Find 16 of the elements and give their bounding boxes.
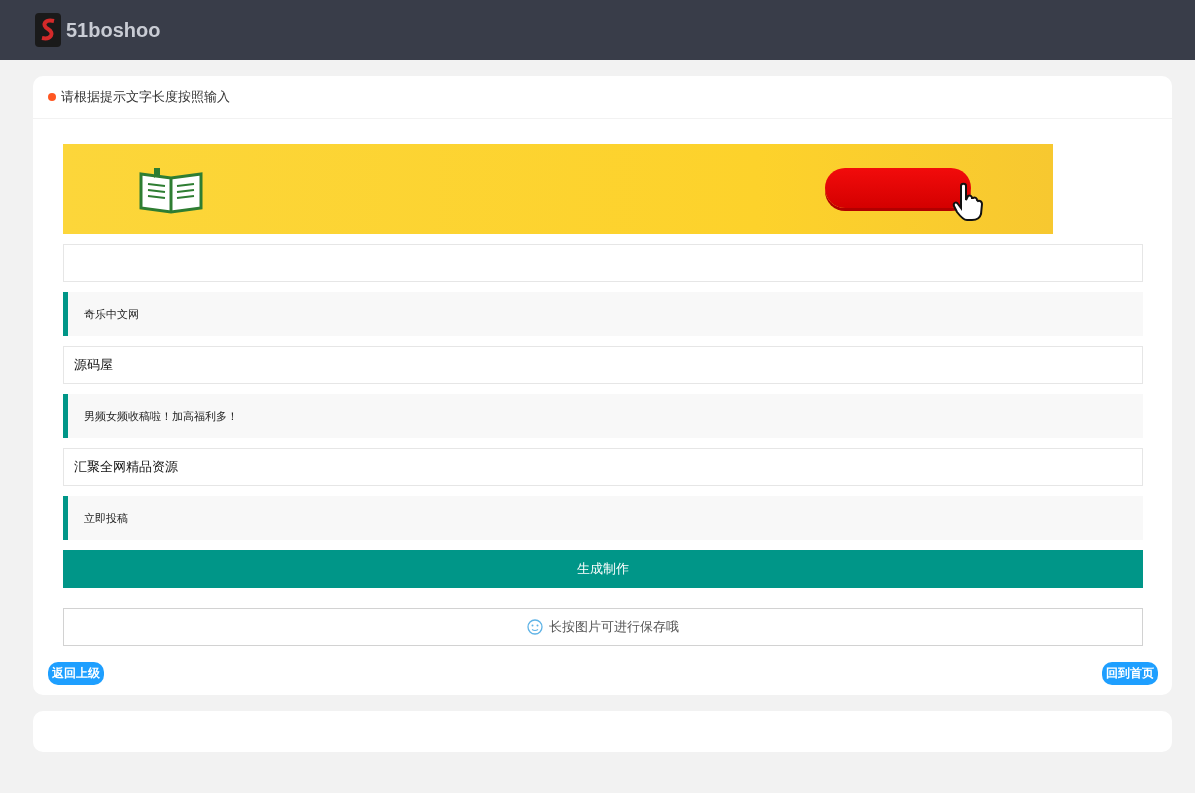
- tip-text: 长按图片可进行保存哦: [549, 618, 679, 636]
- dot-icon: [48, 93, 56, 101]
- logo-text: 51boshoo: [66, 18, 161, 42]
- hint-quote: 奇乐中文网: [63, 292, 1143, 336]
- hint-quote: 立即投稿: [63, 496, 1143, 540]
- text-input-field[interactable]: 源码屋: [63, 346, 1143, 384]
- hint-quote: 男频女频收稿啦！加高福利多！: [63, 394, 1143, 438]
- back-link[interactable]: 返回上级: [48, 662, 104, 685]
- home-link[interactable]: 回到首页: [1102, 662, 1158, 685]
- pointer-hand-icon: [951, 182, 985, 222]
- smiley-icon: [527, 619, 543, 635]
- logo-icon: [35, 13, 61, 47]
- generate-button[interactable]: 生成制作: [63, 550, 1143, 588]
- book-icon: [138, 166, 204, 214]
- text-input-field[interactable]: 汇聚全网精品资源: [63, 448, 1143, 486]
- card-title: 请根据提示文字长度按照输入: [61, 88, 230, 106]
